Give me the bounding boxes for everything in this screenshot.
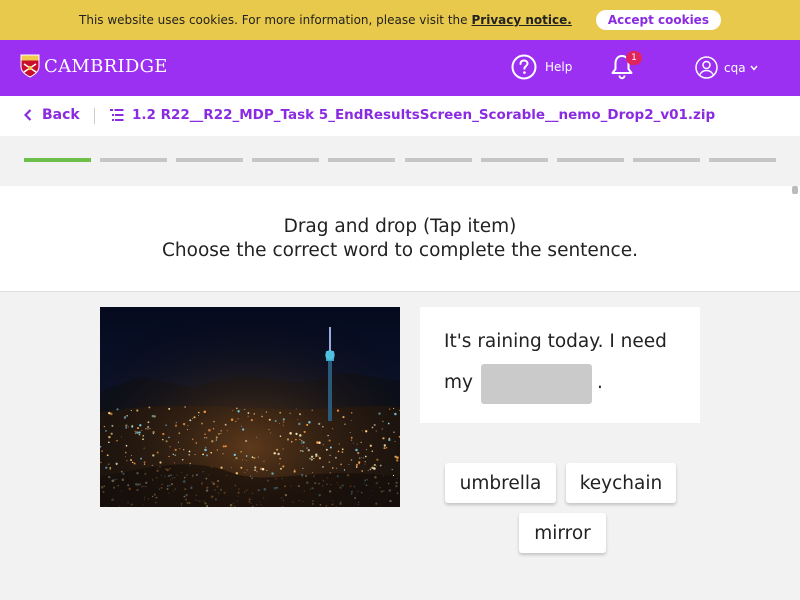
back-button[interactable]: Back <box>24 107 80 123</box>
user-menu[interactable]: cqa <box>695 56 758 79</box>
progress-segment <box>24 158 91 162</box>
cambridge-shield-icon <box>20 54 40 78</box>
progress-segment <box>709 158 776 162</box>
progress-segment <box>252 158 319 162</box>
progress-segment <box>557 158 624 162</box>
option-umbrella[interactable]: umbrella <box>445 463 556 503</box>
city-night-photo <box>100 307 400 507</box>
progress-segment <box>405 158 472 162</box>
drop-zone[interactable] <box>481 364 592 404</box>
privacy-notice-link[interactable]: Privacy notice. <box>472 13 572 27</box>
instruction-type: Drag and drop (Tap item) <box>283 216 517 237</box>
user-avatar-icon <box>695 56 718 79</box>
sentence-card: It's raining today. I need my . <box>420 307 700 423</box>
brand-wordmark: CAMBRIDGE <box>44 55 168 77</box>
cookie-message: This website uses cookies. For more info… <box>79 13 468 27</box>
scrollbar-thumb[interactable] <box>792 186 798 194</box>
notifications-button[interactable]: 1 <box>609 51 642 81</box>
breadcrumb-divider <box>94 108 95 124</box>
breadcrumb-bar: Back 1.2 R22__R22_MDP_Task 5_EndResultsS… <box>0 96 800 136</box>
progress-segment <box>100 158 167 162</box>
cambridge-logo[interactable]: CAMBRIDGE <box>20 54 168 78</box>
accept-cookies-button[interactable]: Accept cookies <box>595 10 721 30</box>
help-label: Help <box>545 60 573 74</box>
username: cqa <box>724 60 746 75</box>
sentence-text-line1: It's raining today. I need <box>444 331 667 352</box>
progress-segment <box>176 158 243 162</box>
back-label: Back <box>42 107 80 123</box>
option-mirror[interactable]: mirror <box>519 513 606 553</box>
chevron-left-icon <box>24 109 32 121</box>
top-header: CAMBRIDGE Help 1 cqa <box>0 40 800 96</box>
cookie-banner: This website uses cookies. For more info… <box>0 0 800 40</box>
sentence-text-before-gap: my <box>444 372 473 393</box>
chevron-down-icon <box>750 65 758 71</box>
notification-count-badge: 1 <box>626 51 642 65</box>
activity-title: 1.2 R22__R22_MDP_Task 5_EndResultsScreen… <box>110 107 715 123</box>
progress-segment <box>633 158 700 162</box>
help-icon <box>511 54 537 80</box>
instructions-panel: Drag and drop (Tap item) Choose the corr… <box>0 186 800 292</box>
option-keychain[interactable]: keychain <box>566 463 676 503</box>
sentence-text-after-gap: . <box>597 372 603 393</box>
progress-segment <box>481 158 548 162</box>
progress-bar <box>0 136 800 186</box>
instruction-text: Choose the correct word to complete the … <box>162 240 638 261</box>
help-button[interactable]: Help <box>511 54 572 80</box>
activity-filename: 1.2 R22__R22_MDP_Task 5_EndResultsScreen… <box>132 107 716 123</box>
progress-segment <box>328 158 395 162</box>
list-icon <box>110 109 124 121</box>
